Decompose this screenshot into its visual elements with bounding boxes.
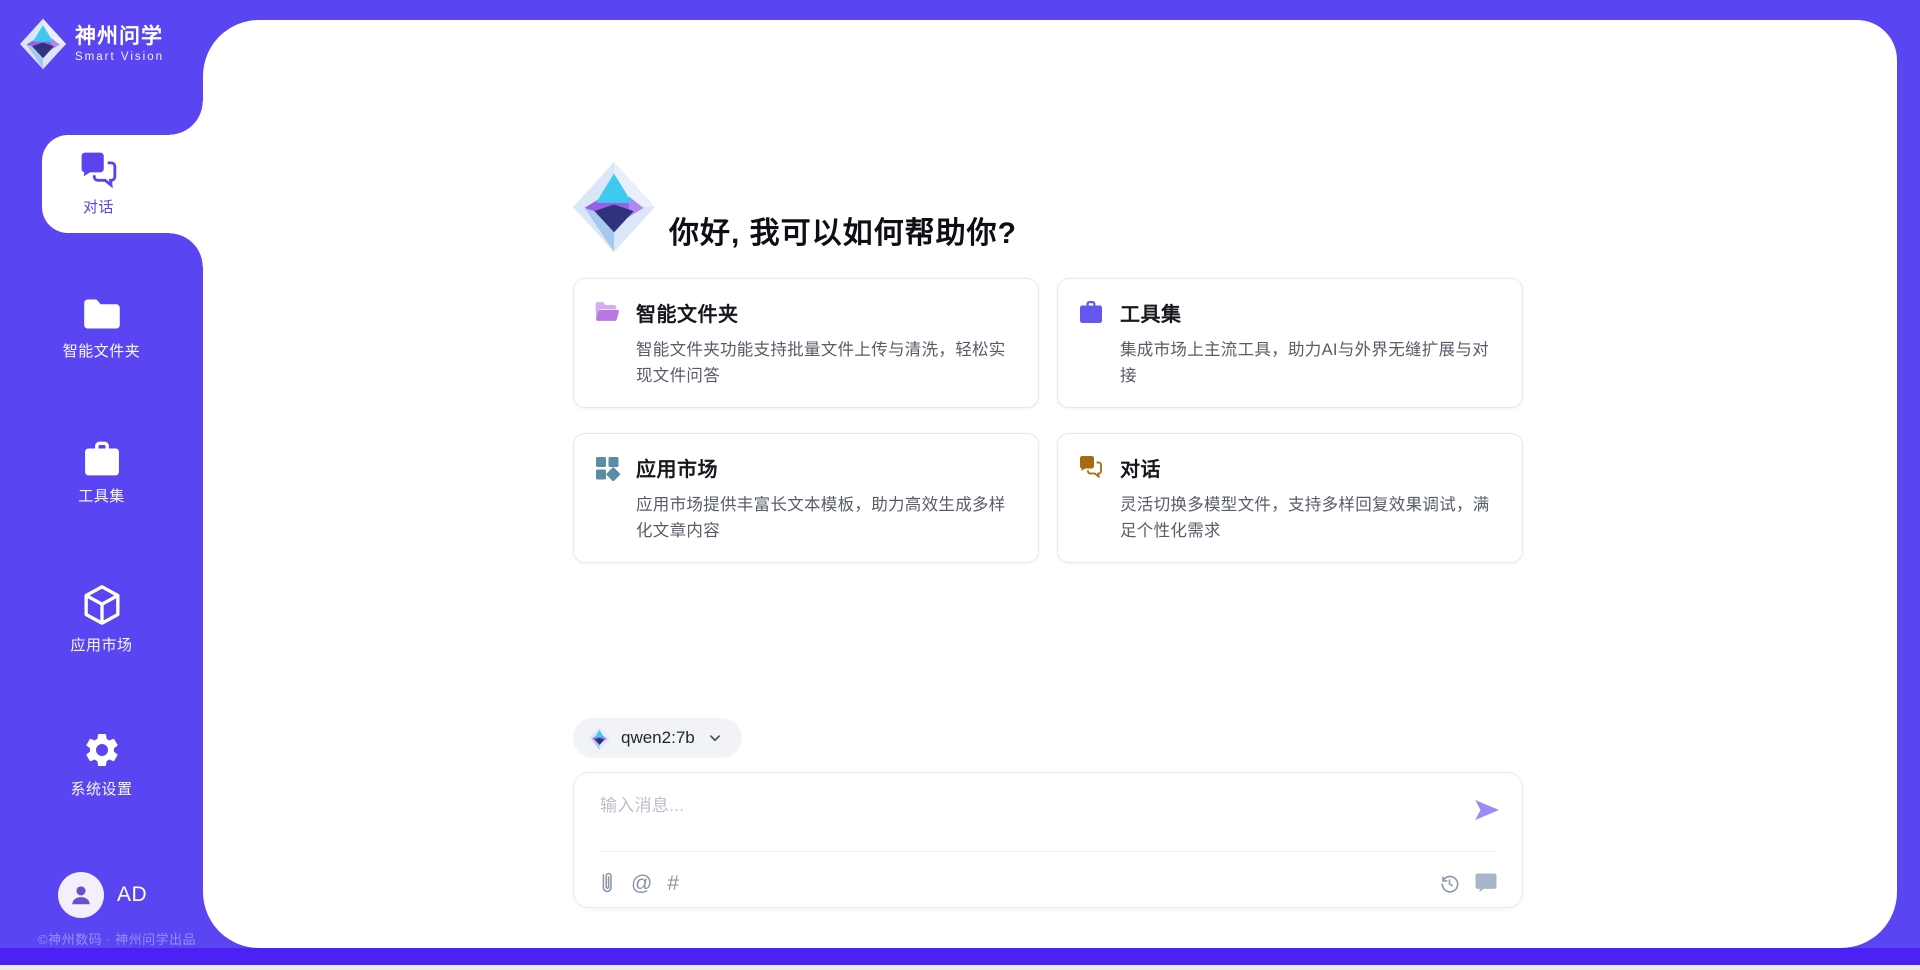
card-description: 智能文件夹功能支持批量文件上传与清洗，轻松实现文件问答 [636, 337, 1014, 389]
chat-bubble-icon [1474, 872, 1498, 894]
sidebar-item-label: 对话 [83, 196, 114, 217]
conversation-button[interactable] [1474, 872, 1498, 894]
composer-toolbar: @ # [598, 865, 1498, 901]
card-title: 智能文件夹 [636, 298, 1014, 327]
card-chat[interactable]: 对话 灵活切换多模型文件，支持多样回复效果调试，满足个性化需求 [1057, 433, 1523, 563]
active-tab-fillet-top [169, 101, 203, 135]
sidebar-footer: ©神州数码 · 神州问学出品 [38, 929, 196, 948]
person-icon [68, 882, 94, 908]
model-selector[interactable]: qwen2:7b [573, 718, 742, 758]
model-name: qwen2:7b [621, 728, 695, 748]
brand-diamond-logo [573, 162, 655, 252]
bottom-edge-strip [0, 965, 1920, 970]
card-title: 工具集 [1120, 298, 1498, 327]
card-smart-folder[interactable]: 智能文件夹 智能文件夹功能支持批量文件上传与清洗，轻松实现文件问答 [573, 278, 1039, 408]
card-title: 对话 [1120, 453, 1498, 482]
folder-open-icon [594, 300, 621, 323]
send-icon [1474, 799, 1500, 821]
sidebar-item-settings[interactable]: 系统设置 [0, 730, 203, 799]
card-description: 灵活切换多模型文件，支持多样回复效果调试，满足个性化需求 [1120, 492, 1498, 544]
message-composer: @ # [573, 772, 1523, 908]
user-initials: AD [117, 883, 147, 907]
attach-button[interactable] [598, 871, 616, 895]
composer-divider [598, 851, 1498, 852]
greeting-title: 你好, 我可以如何帮助你? [669, 208, 1017, 252]
chevron-down-icon [706, 729, 724, 747]
cube-icon [83, 584, 121, 626]
apps-grid-icon [594, 455, 620, 481]
mention-button[interactable]: @ [631, 873, 652, 894]
brand-subtitle: Smart Vision [75, 51, 164, 63]
card-title: 应用市场 [636, 453, 1014, 482]
brand-diamond-logo [20, 18, 66, 70]
sidebar: 神州问学 Smart Vision 对话 智能文件夹 工具集 应用市场 系统设置… [0, 0, 203, 970]
main-content-panel: 你好, 我可以如何帮助你? 智能文件夹 智能文件夹功能支持批量文件上传与清洗，轻… [203, 20, 1897, 948]
sidebar-item-chat[interactable]: 对话 [42, 135, 203, 233]
paperclip-icon [598, 871, 616, 895]
folder-icon [81, 296, 123, 332]
sidebar-item-label: 系统设置 [70, 778, 132, 799]
gear-icon [82, 730, 122, 770]
active-tab-fillet-bottom [169, 233, 203, 267]
history-button[interactable] [1438, 872, 1461, 895]
send-button[interactable] [1474, 799, 1500, 821]
feature-cards-grid: 智能文件夹 智能文件夹功能支持批量文件上传与清洗，轻松实现文件问答 工具集 集成… [573, 278, 1523, 563]
card-description: 集成市场上主流工具，助力AI与外界无缝扩展与对接 [1120, 337, 1498, 389]
hashtag-button[interactable]: # [667, 873, 679, 894]
sidebar-item-smart-folder[interactable]: 智能文件夹 [0, 296, 203, 361]
toolbox-icon [1078, 300, 1104, 324]
bottom-purple-band [0, 948, 1920, 965]
card-toolset[interactable]: 工具集 集成市场上主流工具，助力AI与外界无缝扩展与对接 [1057, 278, 1523, 408]
model-diamond-icon [589, 727, 610, 750]
history-icon [1438, 872, 1461, 895]
chat-icon [78, 151, 120, 189]
sidebar-item-label: 智能文件夹 [63, 340, 141, 361]
card-description: 应用市场提供丰富长文本模板，助力高效生成多样化文章内容 [636, 492, 1014, 544]
sidebar-item-label: 应用市场 [70, 634, 132, 655]
user-account[interactable]: AD [58, 872, 147, 918]
brand-header: 神州问学 Smart Vision [20, 18, 164, 70]
brand-title: 神州问学 [75, 25, 164, 49]
sidebar-item-app-market[interactable]: 应用市场 [0, 584, 203, 655]
avatar [58, 872, 104, 918]
toolbox-icon [82, 440, 122, 477]
message-input[interactable] [598, 789, 1462, 847]
card-app-market[interactable]: 应用市场 应用市场提供丰富长文本模板，助力高效生成多样化文章内容 [573, 433, 1039, 563]
chat-icon [1078, 455, 1104, 479]
sidebar-item-toolset[interactable]: 工具集 [0, 440, 203, 506]
sidebar-item-label: 工具集 [78, 485, 125, 506]
